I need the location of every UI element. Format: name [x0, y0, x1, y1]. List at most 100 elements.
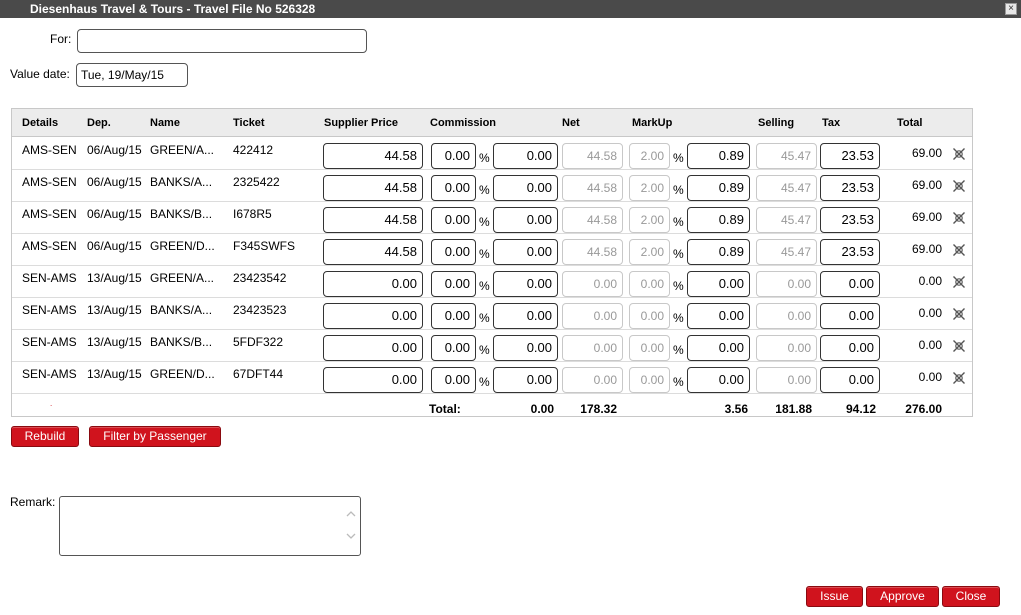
tax-input[interactable]: 23.53 — [820, 239, 880, 265]
tax-input[interactable]: 0.00 — [820, 271, 880, 297]
tax-input[interactable]: 23.53 — [820, 207, 880, 233]
commission-amount-input[interactable]: 0.00 — [493, 143, 558, 169]
table-row: SEN-AMS 13/Aug/15 BANKS/B... 5FDF322 0.00 0.0… — [12, 330, 972, 362]
markup-amount-input[interactable]: 0.89 — [687, 207, 750, 233]
header-name: Name — [150, 117, 180, 129]
table-row: SEN-AMS 13/Aug/15 GREEN/A... 23423542 0.00 0.… — [12, 266, 972, 298]
supplier-price-input[interactable]: 0.00 — [323, 367, 423, 393]
header-net: Net — [562, 117, 580, 129]
table-row: AMS-SEN 06/Aug/15 GREEN/A... 422412 44.58 0.0… — [12, 138, 972, 170]
markup-amount-input[interactable]: 0.00 — [687, 271, 750, 297]
cell-dep: 06/Aug/15 — [87, 143, 142, 157]
filter-by-passenger-button[interactable]: Filter by Passenger — [89, 426, 221, 447]
commission-pct-symbol: % — [479, 311, 490, 325]
remark-textarea[interactable] — [59, 496, 361, 556]
cell-ticket: 23423523 — [233, 303, 287, 317]
delete-row-icon[interactable] — [952, 339, 966, 353]
cell-total: 69.00 — [911, 210, 942, 224]
tax-input[interactable]: 0.00 — [820, 303, 880, 329]
commission-pct-input[interactable]: 0.00 — [431, 271, 476, 297]
markup-amount-input[interactable]: 0.89 — [687, 175, 750, 201]
window-close-icon[interactable]: × — [1005, 3, 1017, 15]
close-button[interactable]: Close — [942, 586, 1000, 607]
commission-amount-input[interactable]: 0.00 — [493, 271, 558, 297]
supplier-price-input[interactable]: 0.00 — [323, 303, 423, 329]
commission-pct-input[interactable]: 0.00 — [431, 335, 476, 361]
commission-pct-input[interactable]: 0.00 — [431, 367, 476, 393]
delete-row-icon[interactable] — [952, 211, 966, 225]
cell-dep: 13/Aug/15 — [87, 367, 142, 381]
header-dep: Dep. — [87, 117, 111, 129]
supplier-price-input[interactable]: 0.00 — [323, 271, 423, 297]
markup-amount-input[interactable]: 0.00 — [687, 335, 750, 361]
commission-amount-input[interactable]: 0.00 — [493, 207, 558, 233]
for-input[interactable] — [77, 29, 367, 53]
tax-input[interactable]: 0.00 — [820, 367, 880, 393]
window-titlebar: Diesenhaus Travel & Tours - Travel File … — [0, 0, 1021, 18]
commission-pct-input[interactable]: 0.00 — [431, 207, 476, 233]
header-supplier-price: Supplier Price — [324, 117, 398, 129]
header-details: Details — [22, 117, 59, 129]
markup-amount-input[interactable]: 0.00 — [687, 367, 750, 393]
table-row: AMS-SEN 06/Aug/15 GREEN/D... F345SWFS 44.58 0… — [12, 234, 972, 266]
selling-readonly: 0.00 — [756, 303, 817, 329]
selling-readonly: 45.47 — [756, 207, 817, 233]
cell-details: AMS-SEN — [22, 207, 77, 221]
cell-name: BANKS/A... — [150, 303, 213, 317]
net-readonly: 44.58 — [562, 143, 623, 169]
commission-amount-input[interactable]: 0.00 — [493, 367, 558, 393]
markup-pct-readonly: 0.00 — [629, 271, 670, 297]
tax-input[interactable]: 23.53 — [820, 143, 880, 169]
commission-pct-input[interactable]: 0.00 — [431, 303, 476, 329]
cell-total: 69.00 — [911, 146, 942, 160]
total-net: 178.32 — [580, 402, 617, 416]
chevron-up-icon[interactable] — [346, 509, 356, 519]
cell-dep: 13/Aug/15 — [87, 303, 142, 317]
delete-row-icon[interactable] — [952, 243, 966, 257]
rebuild-button[interactable]: Rebuild — [11, 426, 79, 447]
supplier-price-input[interactable]: 44.58 — [323, 175, 423, 201]
total-tax: 94.12 — [845, 402, 876, 416]
supplier-price-input[interactable]: 0.00 — [323, 335, 423, 361]
markup-amount-input[interactable]: 0.89 — [687, 143, 750, 169]
supplier-price-input[interactable]: 44.58 — [323, 239, 423, 265]
total-markup: 3.56 — [724, 402, 748, 416]
supplier-price-input[interactable]: 44.58 — [323, 143, 423, 169]
value-date-field[interactable]: Tue, 19/May/15 — [76, 63, 188, 87]
delete-row-icon[interactable] — [952, 275, 966, 289]
cell-total: 69.00 — [911, 242, 942, 256]
commission-pct-input[interactable]: 0.00 — [431, 175, 476, 201]
commission-amount-input[interactable]: 0.00 — [493, 303, 558, 329]
delete-row-icon[interactable] — [952, 147, 966, 161]
delete-row-icon[interactable] — [952, 371, 966, 385]
commission-pct-symbol: % — [479, 343, 490, 357]
cell-name: BANKS/B... — [150, 207, 213, 221]
cell-details: AMS-SEN — [22, 175, 77, 189]
commission-amount-input[interactable]: 0.00 — [493, 175, 558, 201]
for-label: For: — [50, 32, 72, 46]
supplier-price-input[interactable]: 44.58 — [323, 207, 423, 233]
cell-details: SEN-AMS — [22, 271, 77, 285]
tax-input[interactable]: 23.53 — [820, 175, 880, 201]
markup-amount-input[interactable]: 0.00 — [687, 303, 750, 329]
markup-amount-input[interactable]: 0.89 — [687, 239, 750, 265]
issue-button[interactable]: Issue — [806, 586, 863, 607]
markup-pct-symbol: % — [673, 183, 684, 197]
cell-dep: 13/Aug/15 — [87, 335, 142, 349]
tax-input[interactable]: 0.00 — [820, 335, 880, 361]
cell-dep: 13/Aug/15 — [87, 271, 142, 285]
header-selling: Selling — [758, 117, 795, 129]
approve-button[interactable]: Approve — [866, 586, 939, 607]
grid-header: Details Dep. Name Ticket Supplier Price … — [12, 109, 972, 137]
table-row: AMS-SEN 06/Aug/15 BANKS/B... I678R5 44.58 0.0… — [12, 202, 972, 234]
commission-pct-input[interactable]: 0.00 — [431, 239, 476, 265]
commission-amount-input[interactable]: 0.00 — [493, 239, 558, 265]
totals-label: Total: — [429, 402, 461, 416]
commission-pct-input[interactable]: 0.00 — [431, 143, 476, 169]
totals-row: . Total: 0.00 178.32 3.56 181.88 94.12 2… — [50, 399, 942, 416]
delete-row-icon[interactable] — [952, 179, 966, 193]
header-ticket: Ticket — [233, 117, 265, 129]
chevron-down-icon[interactable] — [346, 531, 356, 541]
delete-row-icon[interactable] — [952, 307, 966, 321]
commission-amount-input[interactable]: 0.00 — [493, 335, 558, 361]
